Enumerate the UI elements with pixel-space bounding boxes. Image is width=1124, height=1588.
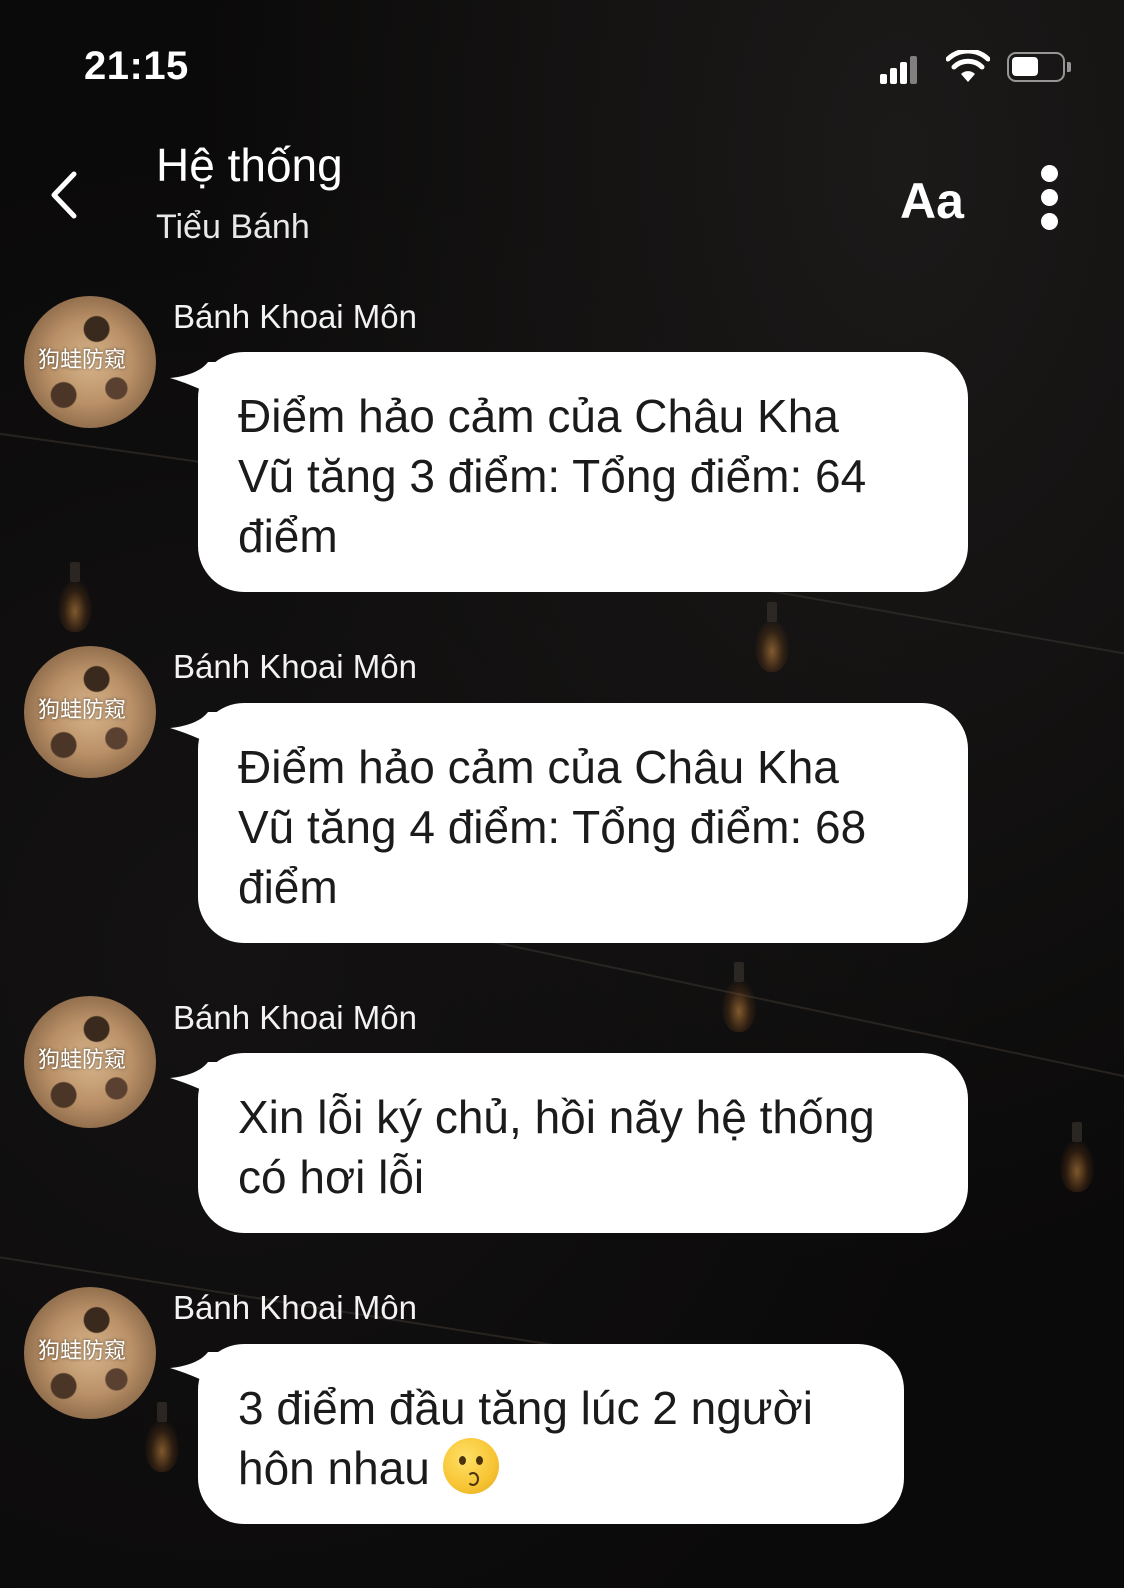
message-line: điểm: [238, 861, 338, 913]
message-line: Xin lỗi ký chủ, hồi nãy hệ thống: [238, 1091, 875, 1143]
chat-subtitle: Tiểu Bánh: [156, 208, 310, 246]
status-time: 21:15: [84, 44, 189, 88]
message-line: hôn nhau: [238, 1438, 862, 1498]
back-button[interactable]: [40, 168, 90, 222]
message-bubble[interactable]: 3 điểm đầu tăng lúc 2 người hôn nhau: [198, 1344, 904, 1524]
sender-name: Bánh Khoai Môn: [173, 648, 418, 685]
avatar-watermark: 狗蛙防窥: [38, 1339, 127, 1364]
message-line: Vũ tăng 3 điểm: Tổng điểm: 64: [238, 450, 867, 502]
avatar-watermark: 狗蛙防窥: [38, 698, 127, 723]
avatar[interactable]: 狗蛙防窥: [24, 296, 156, 428]
avatar[interactable]: 狗蛙防窥: [24, 1287, 156, 1419]
message-bubble[interactable]: Điểm hảo cảm của Châu Kha Vũ tăng 3 điểm…: [198, 352, 968, 592]
message-bubble[interactable]: Xin lỗi ký chủ, hồi nãy hệ thống có hơi …: [198, 1053, 968, 1233]
avatar[interactable]: 狗蛙防窥: [24, 646, 156, 778]
avatar-watermark: 狗蛙防窥: [38, 348, 127, 373]
message-line: 3 điểm đầu tăng lúc 2 người: [238, 1382, 813, 1434]
battery-icon: [1007, 52, 1071, 82]
avatar[interactable]: 狗蛙防窥: [24, 996, 156, 1128]
chevron-left-icon: [51, 171, 77, 219]
more-dots-icon: [1041, 165, 1058, 182]
chat-title: Hệ thống: [156, 139, 343, 191]
wifi-icon: [946, 50, 990, 82]
more-options-button[interactable]: [1038, 163, 1062, 233]
sender-name: Bánh Khoai Môn: [173, 1289, 418, 1326]
message-line: Điểm hảo cảm của Châu Kha: [238, 390, 839, 442]
message-line: có hơi lỗi: [238, 1151, 425, 1203]
sender-name: Bánh Khoai Môn: [173, 999, 418, 1036]
font-size-button[interactable]: Aa: [900, 172, 964, 230]
cellular-signal-icon: [880, 54, 920, 84]
kissing-face-icon: [442, 1438, 499, 1494]
message-line: Vũ tăng 4 điểm: Tổng điểm: 68: [238, 801, 867, 853]
message-text: hôn nhau: [238, 1442, 430, 1494]
status-bar: 21:15: [0, 0, 1124, 130]
message-bubble[interactable]: Điểm hảo cảm của Châu Kha Vũ tăng 4 điểm…: [198, 703, 968, 943]
avatar-watermark: 狗蛙防窥: [38, 1048, 127, 1073]
sender-name: Bánh Khoai Môn: [173, 298, 418, 335]
message-line: Điểm hảo cảm của Châu Kha: [238, 741, 839, 793]
message-line: điểm: [238, 510, 338, 562]
